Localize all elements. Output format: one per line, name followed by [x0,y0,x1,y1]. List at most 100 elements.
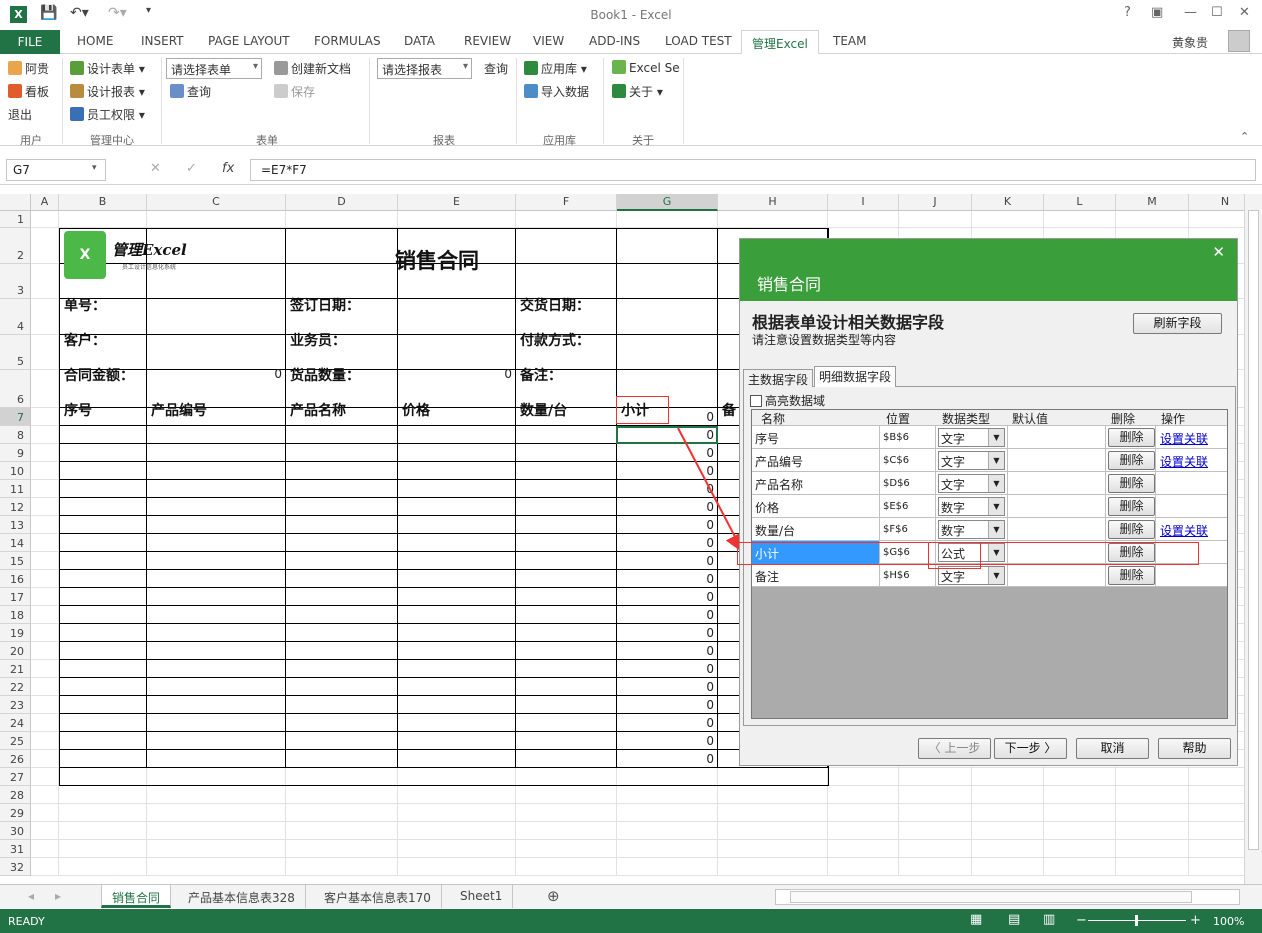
next-sheet-icon[interactable]: ▸ [55,889,61,903]
save-form-button[interactable]: 保存 [274,83,315,100]
name-box[interactable]: G7 [6,159,106,181]
field-name[interactable]: 数量/台 [752,518,880,541]
employee-permissions-button[interactable]: 员工权限 ▾ [70,106,145,123]
h-scroll-thumb[interactable] [790,891,1192,903]
tab-home[interactable]: HOME [77,34,113,48]
design-form-button[interactable]: 设计表单 ▾ [70,60,145,77]
default-value-cell[interactable] [1008,449,1106,472]
zoom-out-icon[interactable]: − [1076,913,1087,928]
field-name[interactable]: 序号 [752,426,880,449]
field-name[interactable]: 产品编号 [752,449,880,472]
data-type-select[interactable]: 数字 [938,520,1005,539]
default-value-cell[interactable] [1008,426,1106,449]
default-value-cell[interactable] [1008,564,1106,587]
vertical-scrollbar[interactable] [1244,194,1262,884]
field-row[interactable]: 数量/台$F$6数字 删除设置关联 [752,518,1227,541]
zoom-in-icon[interactable]: + [1190,913,1201,928]
tab-manage-excel[interactable]: 管理Excel [741,30,819,55]
field-row[interactable]: 价格$E$6数字 删除 [752,495,1227,518]
field-name[interactable]: 备注 [752,564,880,587]
tab-team[interactable]: TEAM [833,34,866,48]
tab-formulas[interactable]: FORMULAS [314,34,381,48]
formula-input[interactable]: =E7*F7 [250,159,1256,181]
close-icon[interactable]: ✕ [1239,5,1250,20]
enter-icon[interactable]: ✓ [186,161,197,176]
page-layout-view-icon[interactable]: ▤ [1008,912,1020,927]
field-name[interactable]: 产品名称 [752,472,880,495]
highlight-data-checkbox[interactable]: 高亮数据域 [750,392,825,409]
field-name[interactable]: 价格 [752,495,880,518]
normal-view-icon[interactable]: ▦ [970,912,982,927]
user-name[interactable]: 黄象贵 [1172,34,1208,51]
insert-function-icon[interactable]: fx [222,161,234,176]
add-sheet-icon[interactable]: ⊕ [547,887,560,905]
form-query-button[interactable]: 查询 [170,83,211,100]
collapse-ribbon-icon[interactable]: ⌃ [1240,130,1249,143]
tab-page-layout[interactable]: PAGE LAYOUT [208,34,290,48]
avatar[interactable] [1228,30,1250,52]
delete-button[interactable]: 删除 [1108,566,1155,585]
field-row[interactable]: 产品名称$D$6文字 删除 [752,472,1227,495]
delete-button[interactable]: 删除 [1108,474,1155,493]
prev-step-button[interactable]: 〈 上一步 [918,738,991,759]
data-type-select[interactable]: 数字 [938,497,1005,516]
horizontal-scrollbar[interactable] [775,889,1240,905]
help-icon[interactable]: ? [1124,5,1131,20]
dialog-close-icon[interactable]: ✕ [1212,243,1225,261]
delete-button[interactable]: 删除 [1108,451,1155,470]
help-button[interactable]: 帮助 [1158,738,1231,759]
select-report-combo[interactable]: 请选择报表 [377,58,472,79]
cancel-button[interactable]: 取消 [1076,738,1149,759]
select-form-combo[interactable]: 请选择表单 [166,58,262,79]
tab-review[interactable]: REVIEW [464,34,511,48]
delete-button[interactable]: 删除 [1108,428,1155,447]
sheet-tab-sheet1[interactable]: Sheet1 [450,885,514,908]
tab-detail-fields[interactable]: 明细数据字段 [814,366,897,387]
tab-master-fields[interactable]: 主数据字段 [743,369,814,387]
sheet-tab-product-info[interactable]: 产品基本信息表328 [178,885,306,908]
checkbox-box[interactable] [750,395,762,407]
next-step-button[interactable]: 下一步 〉 [994,738,1067,759]
data-type-select[interactable]: 文字 [938,474,1005,493]
page-break-view-icon[interactable]: ▥ [1043,912,1055,927]
about-button[interactable]: 关于 ▾ [612,83,663,100]
tab-add-ins[interactable]: ADD-INS [589,34,640,48]
minimize-icon[interactable]: — [1184,5,1197,20]
maximize-icon[interactable]: ☐ [1211,5,1223,20]
dashboard-button[interactable]: 看板 [8,83,49,100]
import-data-button[interactable]: 导入数据 [524,83,589,100]
refresh-fields-button[interactable]: 刷新字段 [1133,313,1222,334]
user-agui-button[interactable]: 阿贵 [8,60,49,77]
report-query-button[interactable]: 查询 [484,60,508,77]
ribbon-display-icon[interactable]: ▣ [1151,5,1163,20]
app-store-button[interactable]: 应用库 ▾ [524,60,587,77]
tab-view[interactable]: VIEW [533,34,564,48]
default-value-cell[interactable] [1008,495,1106,518]
logout-button[interactable]: 退出 [8,106,32,123]
field-row[interactable]: 产品编号$C$6文字 删除设置关联 [752,449,1227,472]
design-report-button[interactable]: 设计报表 ▾ [70,83,145,100]
default-value-cell[interactable] [1008,472,1106,495]
delete-button[interactable]: 删除 [1108,497,1155,516]
tab-file[interactable]: FILE [0,30,60,54]
namebox-dropdown-icon[interactable]: ▾ [92,163,97,173]
excel-se-button[interactable]: Excel Se [612,60,680,75]
delete-button[interactable]: 删除 [1108,520,1155,539]
tab-data[interactable]: DATA [404,34,435,48]
set-relation-link[interactable]: 设置关联 [1160,453,1208,470]
zoom-level[interactable]: 100% [1213,915,1244,928]
sheet-tab-sales-contract[interactable]: 销售合同 [101,885,172,908]
tab-insert[interactable]: INSERT [141,34,184,48]
zoom-thumb[interactable] [1135,915,1138,926]
tab-load-test[interactable]: LOAD TEST [665,34,732,48]
cancel-icon[interactable]: ✕ [150,161,161,176]
field-row[interactable]: 序号$B$6文字 删除设置关联 [752,426,1227,449]
new-document-button[interactable]: 创建新文档 [274,60,351,77]
data-type-select[interactable]: 文字 [938,428,1005,447]
sheet-tab-customer-info[interactable]: 客户基本信息表170 [314,885,442,908]
prev-sheet-icon[interactable]: ◂ [28,889,34,903]
data-type-select[interactable]: 文字 [938,451,1005,470]
scroll-thumb[interactable] [1248,210,1259,850]
set-relation-link[interactable]: 设置关联 [1160,522,1208,539]
set-relation-link[interactable]: 设置关联 [1160,430,1208,447]
